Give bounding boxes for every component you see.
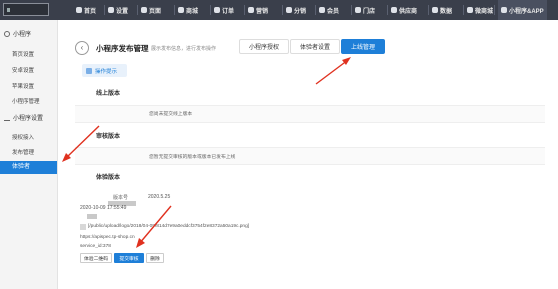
nav-separator — [104, 5, 105, 15]
distribution-icon — [286, 7, 292, 13]
nav-separator — [387, 5, 388, 15]
nav-item-shop[interactable]: 商城 — [178, 0, 198, 20]
delete-button[interactable]: 删除 — [146, 253, 164, 263]
arrow-to-tab — [315, 57, 351, 85]
nav-item-member[interactable]: 会员 — [319, 0, 339, 20]
nav-separator — [428, 5, 429, 15]
gear-icon — [108, 7, 114, 13]
review-version-text: 您暂无提交审核的版本或版本已发布上线 — [149, 155, 236, 160]
trial-datetime: 2020-10-09 17:55:49 — [80, 205, 127, 211]
top-navigation-bar: 首页 设置 页面 商城 订单 营销 分销 会员 门店 供应商 数据 微商城 小程序&APP — [0, 0, 558, 20]
tab-miniapp-auth[interactable]: 小程序授权 — [239, 39, 289, 54]
sidebar: 小程序 首页设置 安卓设置 苹果设置 小程序管理 小程序设置 授权接入 发布管理… — [0, 20, 58, 289]
nav-separator — [463, 5, 464, 15]
marketing-icon — [248, 7, 254, 13]
page-icon — [141, 7, 147, 13]
tab-tester-settings[interactable]: 体验者设置 — [290, 39, 340, 54]
nav-item-label: 订单 — [222, 8, 235, 15]
sidebar-item-auth[interactable]: 授权接入 — [12, 133, 34, 141]
sidebar-group-miniapp-settings[interactable]: 小程序设置 — [4, 113, 43, 122]
nav-item-home[interactable]: 首页 — [76, 0, 96, 20]
nav-item-label: 微商城 — [475, 8, 494, 15]
member-icon — [319, 7, 325, 13]
nav-separator — [494, 5, 495, 15]
version-label: 版本号 — [113, 195, 129, 201]
nav-separator — [244, 5, 245, 15]
nav-separator — [315, 5, 316, 15]
order-icon — [214, 7, 220, 13]
nav-item-label: 首页 — [84, 8, 97, 15]
settings-icon — [4, 115, 10, 121]
redacted-block — [87, 214, 97, 219]
scrollbar[interactable] — [552, 20, 558, 289]
nav-separator — [351, 5, 352, 15]
nav-item-gear[interactable]: 设置 — [108, 0, 128, 20]
miniapp-icon — [501, 7, 507, 13]
trial-qrcode-button[interactable]: 体验二维码 — [80, 253, 112, 263]
operation-tips-button[interactable]: 操作提示 — [82, 64, 127, 77]
nav-item-label: 设置 — [116, 8, 129, 15]
nav-item-label: 门店 — [363, 8, 376, 15]
home-icon — [76, 7, 82, 13]
sidebar-item-publish[interactable]: 发布管理 — [12, 148, 34, 156]
version-number: 2020.5.25 — [148, 194, 171, 200]
tips-icon — [86, 67, 92, 74]
trial-image-path: [/public/upload/logo/2018/04-09/814d7e9a… — [88, 224, 250, 229]
nav-separator — [137, 5, 138, 15]
nav-separator — [282, 5, 283, 15]
back-button[interactable]: ‹ — [75, 41, 89, 55]
microshop-icon — [467, 7, 473, 13]
nav-item-label: 会员 — [327, 8, 340, 15]
nav-separator — [210, 5, 211, 15]
trial-version-title: 体验版本 — [96, 175, 121, 181]
nav-item-label: 分销 — [294, 8, 307, 15]
nav-item-distribution[interactable]: 分销 — [286, 0, 306, 20]
nav-item-label: 数据 — [440, 8, 453, 15]
nav-item-label: 营销 — [256, 8, 269, 15]
supplier-icon — [391, 7, 397, 13]
review-version-title: 审核版本 — [96, 134, 121, 140]
nav-item-marketing[interactable]: 营销 — [248, 0, 268, 20]
store-icon — [355, 7, 361, 13]
nav-item-miniapp[interactable]: 小程序&APP — [498, 0, 547, 20]
nav-item-data[interactable]: 数据 — [432, 0, 452, 20]
sidebar-group-miniapp[interactable]: 小程序 — [4, 29, 31, 38]
nav-separator — [174, 5, 175, 15]
submit-review-button[interactable]: 提交审核 — [114, 253, 144, 263]
page-subtitle: 展示发布信息，进行发布操作 — [151, 46, 217, 52]
tab-online-management[interactable]: 上线管理 — [341, 39, 385, 54]
shop-icon — [178, 7, 184, 13]
trial-service-id: service_id:378 — [80, 244, 111, 249]
nav-item-label: 供应商 — [399, 8, 418, 15]
sidebar-item-home-settings[interactable]: 首页设置 — [12, 50, 34, 58]
nav-item-label: 小程序&APP — [509, 8, 544, 15]
logo[interactable] — [3, 3, 49, 16]
sidebar-item-testers[interactable]: 体验者 — [0, 161, 57, 174]
nav-item-order[interactable]: 订单 — [214, 0, 234, 20]
nav-item-microshop[interactable]: 微商城 — [467, 0, 493, 20]
page-title: 小程序发布管理 — [96, 44, 149, 53]
online-version-text: 您尚未提交线上版本 — [149, 112, 193, 117]
sidebar-item-android-settings[interactable]: 安卓设置 — [12, 66, 34, 74]
nav-item-store[interactable]: 门店 — [355, 0, 375, 20]
sidebar-item-apple-settings[interactable]: 苹果设置 — [12, 82, 34, 90]
online-version-row — [75, 105, 545, 123]
nav-item-label: 商城 — [186, 8, 199, 15]
nav-item-label: 页面 — [149, 8, 162, 15]
broken-image-icon — [80, 224, 86, 230]
sidebar-item-miniapp-management[interactable]: 小程序管理 — [12, 97, 40, 105]
data-icon — [432, 7, 438, 13]
nav-item-supplier[interactable]: 供应商 — [391, 0, 417, 20]
online-version-title: 线上版本 — [96, 91, 121, 97]
review-version-row — [75, 147, 545, 165]
trial-url: https://apispec.tp-shop.cn — [80, 235, 135, 240]
gear-icon — [4, 30, 10, 37]
nav-item-page[interactable]: 页面 — [141, 0, 161, 20]
